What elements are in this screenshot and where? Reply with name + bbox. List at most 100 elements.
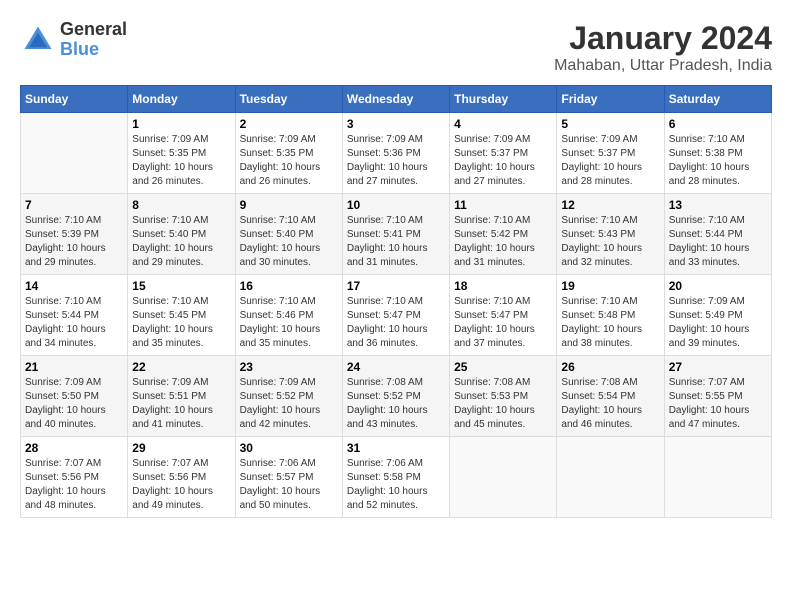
day-info: Sunrise: 7:06 AM Sunset: 5:57 PM Dayligh… <box>240 457 338 513</box>
day-info: Sunrise: 7:07 AM Sunset: 5:55 PM Dayligh… <box>669 376 767 432</box>
day-number: 4 <box>454 117 552 131</box>
calendar-cell: 15Sunrise: 7:10 AM Sunset: 5:45 PM Dayli… <box>128 275 235 356</box>
calendar-cell <box>450 437 557 518</box>
day-number: 30 <box>240 441 338 455</box>
day-info: Sunrise: 7:09 AM Sunset: 5:35 PM Dayligh… <box>240 133 338 189</box>
day-info: Sunrise: 7:07 AM Sunset: 5:56 PM Dayligh… <box>132 457 230 513</box>
day-number: 16 <box>240 279 338 293</box>
calendar-cell: 24 Sunrise: 7:08 AM Sunset: 5:52 PM Dayli… <box>342 356 449 437</box>
day-number: 8 <box>132 198 230 212</box>
logo-line2: Blue <box>60 40 127 60</box>
calendar-cell: 12Sunrise: 7:10 AM Sunset: 5:43 PM Dayli… <box>557 194 664 275</box>
day-number: 13 <box>669 198 767 212</box>
day-info: Sunrise: 7:10 AM Sunset: 5:38 PM Dayligh… <box>669 133 767 189</box>
day-info: Sunrise: 7:08 AM Sunset: 5:54 PM Dayligh… <box>561 376 659 432</box>
calendar-cell <box>664 437 771 518</box>
calendar-cell: 20 Sunrise: 7:09 AM Sunset: 5:49 PM Dayli… <box>664 275 771 356</box>
calendar-cell: 27 Sunrise: 7:07 AM Sunset: 5:55 PM Dayli… <box>664 356 771 437</box>
calendar-cell: 18 Sunrise: 7:10 AM Sunset: 5:47 PM Dayli… <box>450 275 557 356</box>
day-number: 1 <box>132 117 230 131</box>
day-number: 6 <box>669 117 767 131</box>
day-number: 24 <box>347 360 445 374</box>
day-info: Sunrise: 7:10 AM Sunset: 5:48 PM Dayligh… <box>561 295 659 351</box>
logo-text: General Blue <box>60 20 127 60</box>
calendar-week-row: 7Sunrise: 7:10 AM Sunset: 5:39 PM Daylig… <box>21 194 772 275</box>
weekday-header: Tuesday <box>235 86 342 113</box>
day-number: 10 <box>347 198 445 212</box>
day-info: Sunrise: 7:10 AM Sunset: 5:45 PM Dayligh… <box>132 295 230 351</box>
day-info: Sunrise: 7:07 AM Sunset: 5:56 PM Dayligh… <box>25 457 123 513</box>
day-info: Sunrise: 7:06 AM Sunset: 5:58 PM Dayligh… <box>347 457 445 513</box>
day-info: Sunrise: 7:09 AM Sunset: 5:37 PM Dayligh… <box>454 133 552 189</box>
weekday-header: Sunday <box>21 86 128 113</box>
day-number: 3 <box>347 117 445 131</box>
day-info: Sunrise: 7:08 AM Sunset: 5:52 PM Dayligh… <box>347 376 445 432</box>
day-number: 5 <box>561 117 659 131</box>
weekday-header: Friday <box>557 86 664 113</box>
calendar-subtitle: Mahaban, Uttar Pradesh, India <box>554 57 772 75</box>
calendar-cell: 19 Sunrise: 7:10 AM Sunset: 5:48 PM Dayli… <box>557 275 664 356</box>
day-info: Sunrise: 7:10 AM Sunset: 5:47 PM Dayligh… <box>347 295 445 351</box>
calendar-week-row: 14Sunrise: 7:10 AM Sunset: 5:44 PM Dayli… <box>21 275 772 356</box>
calendar-cell: 31 Sunrise: 7:06 AM Sunset: 5:58 PM Dayli… <box>342 437 449 518</box>
day-number: 21 <box>25 360 123 374</box>
day-number: 20 <box>669 279 767 293</box>
weekday-header: Saturday <box>664 86 771 113</box>
day-number: 11 <box>454 198 552 212</box>
day-number: 18 <box>454 279 552 293</box>
day-info: Sunrise: 7:09 AM Sunset: 5:36 PM Dayligh… <box>347 133 445 189</box>
calendar-cell: 17 Sunrise: 7:10 AM Sunset: 5:47 PM Dayli… <box>342 275 449 356</box>
calendar-body: 1 Sunrise: 7:09 AM Sunset: 5:35 PM Daylig… <box>21 113 772 518</box>
calendar-cell: 9Sunrise: 7:10 AM Sunset: 5:40 PM Daylig… <box>235 194 342 275</box>
day-number: 19 <box>561 279 659 293</box>
calendar-cell: 29Sunrise: 7:07 AM Sunset: 5:56 PM Dayli… <box>128 437 235 518</box>
day-info: Sunrise: 7:10 AM Sunset: 5:44 PM Dayligh… <box>669 214 767 270</box>
calendar-cell: 5 Sunrise: 7:09 AM Sunset: 5:37 PM Daylig… <box>557 113 664 194</box>
calendar-cell <box>21 113 128 194</box>
weekday-header: Thursday <box>450 86 557 113</box>
calendar-header: SundayMondayTuesdayWednesdayThursdayFrid… <box>21 86 772 113</box>
day-info: Sunrise: 7:09 AM Sunset: 5:49 PM Dayligh… <box>669 295 767 351</box>
calendar-week-row: 1 Sunrise: 7:09 AM Sunset: 5:35 PM Daylig… <box>21 113 772 194</box>
calendar-cell: 3 Sunrise: 7:09 AM Sunset: 5:36 PM Daylig… <box>342 113 449 194</box>
day-info: Sunrise: 7:08 AM Sunset: 5:53 PM Dayligh… <box>454 376 552 432</box>
calendar-cell: 21 Sunrise: 7:09 AM Sunset: 5:50 PM Dayli… <box>21 356 128 437</box>
day-number: 17 <box>347 279 445 293</box>
day-info: Sunrise: 7:09 AM Sunset: 5:50 PM Dayligh… <box>25 376 123 432</box>
day-number: 25 <box>454 360 552 374</box>
calendar-cell <box>557 437 664 518</box>
day-info: Sunrise: 7:09 AM Sunset: 5:37 PM Dayligh… <box>561 133 659 189</box>
day-number: 12 <box>561 198 659 212</box>
calendar-cell: 30 Sunrise: 7:06 AM Sunset: 5:57 PM Dayli… <box>235 437 342 518</box>
day-number: 23 <box>240 360 338 374</box>
day-info: Sunrise: 7:09 AM Sunset: 5:35 PM Dayligh… <box>132 133 230 189</box>
calendar-cell: 22Sunrise: 7:09 AM Sunset: 5:51 PM Dayli… <box>128 356 235 437</box>
logo-icon <box>20 22 56 58</box>
calendar-cell: 10 Sunrise: 7:10 AM Sunset: 5:41 PM Dayli… <box>342 194 449 275</box>
day-info: Sunrise: 7:10 AM Sunset: 5:39 PM Dayligh… <box>25 214 123 270</box>
day-number: 22 <box>132 360 230 374</box>
day-info: Sunrise: 7:10 AM Sunset: 5:41 PM Dayligh… <box>347 214 445 270</box>
calendar-cell: 16 Sunrise: 7:10 AM Sunset: 5:46 PM Dayli… <box>235 275 342 356</box>
weekday-row: SundayMondayTuesdayWednesdayThursdayFrid… <box>21 86 772 113</box>
day-info: Sunrise: 7:10 AM Sunset: 5:46 PM Dayligh… <box>240 295 338 351</box>
calendar-cell: 26Sunrise: 7:08 AM Sunset: 5:54 PM Dayli… <box>557 356 664 437</box>
calendar-cell: 25 Sunrise: 7:08 AM Sunset: 5:53 PM Dayli… <box>450 356 557 437</box>
calendar-cell: 28 Sunrise: 7:07 AM Sunset: 5:56 PM Dayli… <box>21 437 128 518</box>
day-info: Sunrise: 7:09 AM Sunset: 5:52 PM Dayligh… <box>240 376 338 432</box>
calendar-cell: 6 Sunrise: 7:10 AM Sunset: 5:38 PM Daylig… <box>664 113 771 194</box>
day-number: 31 <box>347 441 445 455</box>
calendar-cell: 23 Sunrise: 7:09 AM Sunset: 5:52 PM Dayli… <box>235 356 342 437</box>
logo: General Blue <box>20 20 127 60</box>
title-area: January 2024 Mahaban, Uttar Pradesh, Ind… <box>554 20 772 75</box>
logo-line1: General <box>60 20 127 40</box>
day-number: 27 <box>669 360 767 374</box>
calendar-week-row: 21 Sunrise: 7:09 AM Sunset: 5:50 PM Dayli… <box>21 356 772 437</box>
calendar-cell: 1 Sunrise: 7:09 AM Sunset: 5:35 PM Daylig… <box>128 113 235 194</box>
day-number: 28 <box>25 441 123 455</box>
day-info: Sunrise: 7:10 AM Sunset: 5:47 PM Dayligh… <box>454 295 552 351</box>
day-info: Sunrise: 7:10 AM Sunset: 5:44 PM Dayligh… <box>25 295 123 351</box>
weekday-header: Monday <box>128 86 235 113</box>
day-info: Sunrise: 7:10 AM Sunset: 5:40 PM Dayligh… <box>132 214 230 270</box>
calendar-cell: 14Sunrise: 7:10 AM Sunset: 5:44 PM Dayli… <box>21 275 128 356</box>
